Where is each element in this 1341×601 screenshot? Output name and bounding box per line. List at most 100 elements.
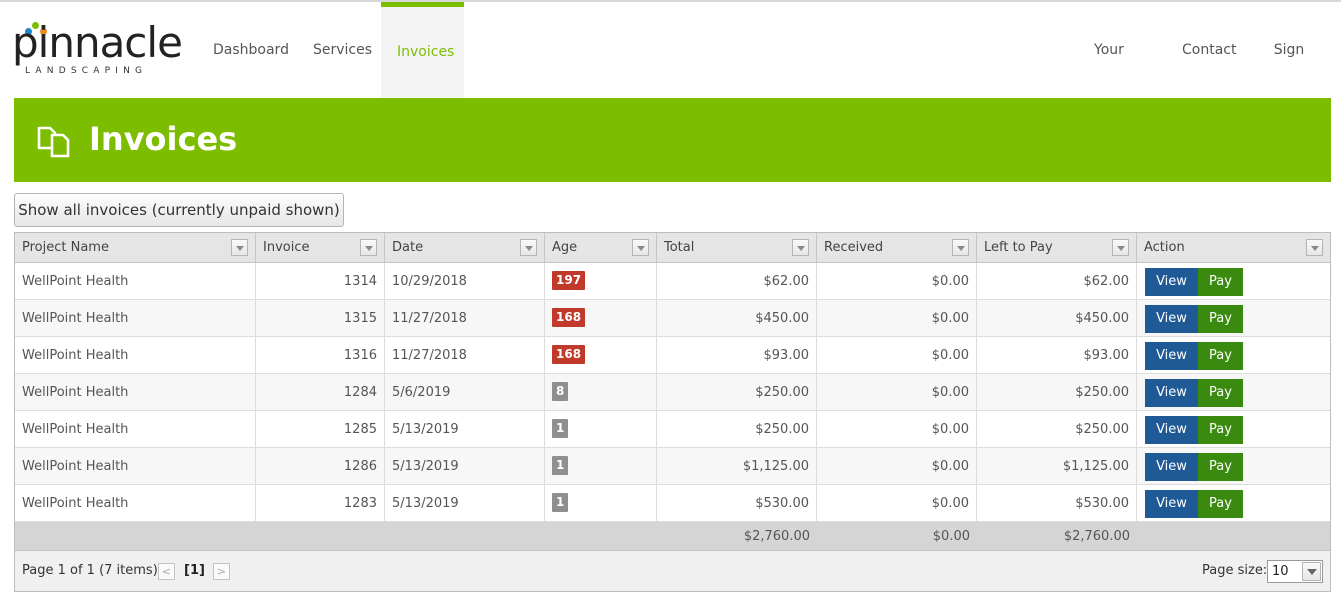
current-page: [1] [184, 563, 205, 578]
cell-date: 11/27/2018 [385, 300, 545, 337]
column-label: Received [824, 240, 884, 255]
page-size-select[interactable]: 10 [1267, 560, 1323, 583]
cell-action: View Pay [1137, 374, 1330, 411]
age-badge: 168 [552, 344, 586, 364]
view-invoice-button[interactable]: View [1145, 490, 1198, 518]
cell-project-name: WellPoint Health [15, 337, 256, 374]
pay-invoice-button[interactable]: Pay [1198, 305, 1243, 333]
cell-age: 1 [545, 411, 657, 448]
filter-dropdown-icon[interactable] [1112, 239, 1129, 256]
table-row: WellPoint Health 1283 5/13/2019 1 $530.0… [15, 485, 1330, 522]
cell-total: $62.00 [657, 263, 817, 300]
cell-age: 197 [545, 263, 657, 300]
left-to-pay-sum: $2,760.00 [1063, 529, 1130, 544]
age-badge: 8 [552, 381, 569, 401]
show-all-invoices-button[interactable]: Show all invoices (currently unpaid show… [14, 193, 344, 227]
cell-date: 5/13/2019 [385, 448, 545, 485]
filter-dropdown-icon[interactable] [520, 239, 537, 256]
column-header-date[interactable]: Date [385, 233, 545, 263]
page-banner: Invoices [14, 98, 1331, 182]
filter-dropdown-icon[interactable] [360, 239, 377, 256]
nav-your-account[interactable]: Your Account [1053, 2, 1165, 154]
view-invoice-button[interactable]: View [1145, 453, 1198, 481]
cell-received: $0.00 [817, 263, 977, 300]
cell-action: View Pay [1137, 411, 1330, 448]
pager: Page 1 of 1 (7 items) < [1] > Page size:… [15, 551, 1330, 591]
nav-contact[interactable]: Contact [1166, 2, 1246, 98]
column-header-project[interactable]: Project Name [15, 233, 256, 263]
grid-body: WellPoint Health 1314 10/29/2018 197 $62… [15, 263, 1330, 522]
table-row: WellPoint Health 1315 11/27/2018 168 $45… [15, 300, 1330, 337]
cell-left-to-pay: $450.00 [977, 300, 1137, 337]
view-invoice-button[interactable]: View [1145, 342, 1198, 370]
cell-date: 5/13/2019 [385, 411, 545, 448]
cell-action: View Pay [1137, 448, 1330, 485]
received-sum: $0.00 [932, 529, 970, 544]
view-invoice-button[interactable]: View [1145, 305, 1198, 333]
age-badge: 197 [552, 270, 586, 290]
cell-invoice-number: 1314 [256, 263, 385, 300]
site-header: pinnacle LANDSCAPING Dashboard Services … [0, 2, 1341, 154]
cell-received: $0.00 [817, 337, 977, 374]
cell-total: $1,125.00 [657, 448, 817, 485]
column-label: Date [392, 240, 424, 255]
cell-invoice-number: 1283 [256, 485, 385, 522]
column-header-age[interactable]: Age [545, 233, 657, 263]
brand-logo[interactable]: pinnacle LANDSCAPING [12, 20, 183, 80]
column-label: Left to Pay [984, 240, 1053, 255]
prev-page-button[interactable]: < [158, 563, 175, 580]
nav-services[interactable]: Services [297, 2, 381, 98]
cell-project-name: WellPoint Health [15, 263, 256, 300]
cell-date: 11/27/2018 [385, 337, 545, 374]
column-header-action[interactable]: Action [1137, 233, 1330, 263]
column-header-left-to-pay[interactable]: Left to Pay [977, 233, 1137, 263]
cell-left-to-pay: $1,125.00 [977, 448, 1137, 485]
cell-age: 168 [545, 300, 657, 337]
nav-dashboard[interactable]: Dashboard [197, 2, 297, 98]
pay-invoice-button[interactable]: Pay [1198, 490, 1243, 518]
column-header-invoice[interactable]: Invoice [256, 233, 385, 263]
column-header-total[interactable]: Total [657, 233, 817, 263]
pay-invoice-button[interactable]: Pay [1198, 342, 1243, 370]
cell-date: 5/6/2019 [385, 374, 545, 411]
documents-icon [37, 126, 70, 158]
pay-invoice-button[interactable]: Pay [1198, 416, 1243, 444]
cell-project-name: WellPoint Health [15, 411, 256, 448]
next-page-button[interactable]: > [213, 563, 230, 580]
cell-total: $450.00 [657, 300, 817, 337]
column-header-received[interactable]: Received [817, 233, 977, 263]
cell-left-to-pay: $62.00 [977, 263, 1137, 300]
table-row: WellPoint Health 1314 10/29/2018 197 $62… [15, 263, 1330, 300]
cell-received: $0.00 [817, 300, 977, 337]
cell-invoice-number: 1286 [256, 448, 385, 485]
cell-invoice-number: 1285 [256, 411, 385, 448]
view-invoice-button[interactable]: View [1145, 416, 1198, 444]
view-invoice-button[interactable]: View [1145, 268, 1198, 296]
pay-invoice-button[interactable]: Pay [1198, 379, 1243, 407]
pager-summary: Page 1 of 1 (7 items) [22, 563, 158, 578]
column-label: Age [552, 240, 578, 255]
cell-total: $93.00 [657, 337, 817, 374]
cell-left-to-pay: $250.00 [977, 411, 1137, 448]
filter-dropdown-icon[interactable] [632, 239, 649, 256]
nav-invoices[interactable]: Invoices [381, 2, 464, 98]
filter-dropdown-icon[interactable] [952, 239, 969, 256]
cell-invoice-number: 1284 [256, 374, 385, 411]
cell-age: 168 [545, 337, 657, 374]
cell-invoice-number: 1315 [256, 300, 385, 337]
filter-dropdown-icon[interactable] [1306, 239, 1323, 256]
pay-invoice-button[interactable]: Pay [1198, 268, 1243, 296]
age-badge: 1 [552, 418, 569, 438]
brand-tagline: LANDSCAPING [25, 66, 148, 76]
nav-sign-out[interactable]: Sign out [1247, 2, 1331, 154]
cell-received: $0.00 [817, 411, 977, 448]
chevron-down-icon[interactable] [1302, 562, 1321, 581]
filter-dropdown-icon[interactable] [231, 239, 248, 256]
page-size-value: 10 [1272, 564, 1289, 579]
view-invoice-button[interactable]: View [1145, 379, 1198, 407]
cell-received: $0.00 [817, 374, 977, 411]
cell-project-name: WellPoint Health [15, 374, 256, 411]
pay-invoice-button[interactable]: Pay [1198, 453, 1243, 481]
page-size-label: Page size: [1202, 563, 1268, 578]
filter-dropdown-icon[interactable] [792, 239, 809, 256]
